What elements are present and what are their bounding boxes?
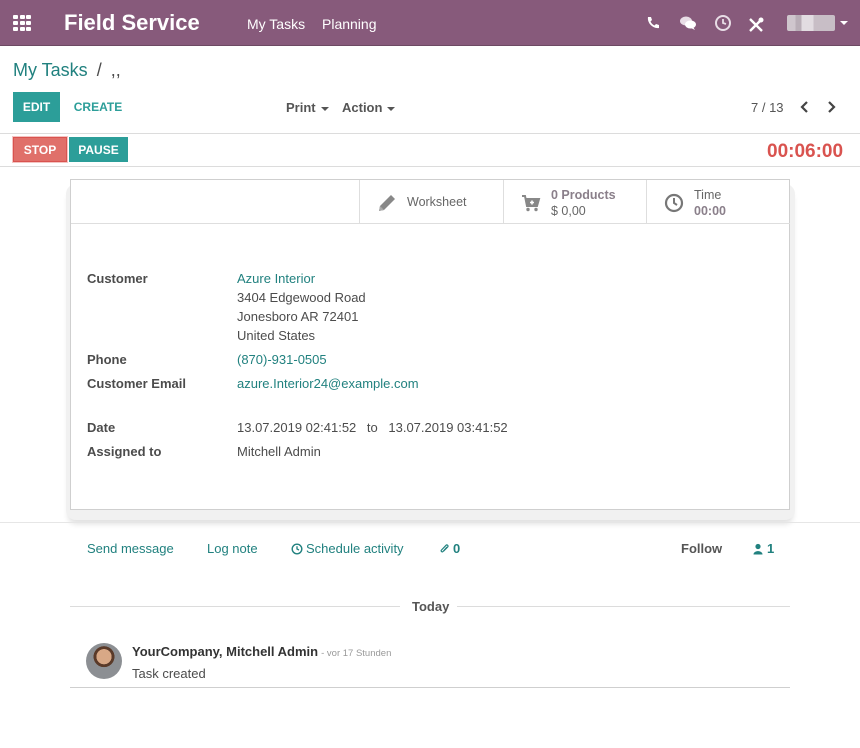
divider <box>70 606 400 607</box>
divider <box>457 606 790 607</box>
date-to: to <box>366 420 378 435</box>
phone-label: Phone <box>87 352 127 367</box>
products-count: 0 Products <box>551 188 616 202</box>
breadcrumb: My Tasks / ,, <box>13 60 121 81</box>
menu-my-tasks[interactable]: My Tasks <box>247 16 305 32</box>
follow-button[interactable]: Follow <box>681 541 722 556</box>
date-range: 13.07.2019 02:41:52 to 13.07.2019 03:41:… <box>237 420 508 435</box>
worksheet-button[interactable]: Worksheet <box>359 180 503 223</box>
top-navbar: Field Service My Tasks Planning <box>0 0 860 46</box>
message-date: - vor 17 Stunden <box>321 648 392 659</box>
print-dropdown[interactable]: Print <box>286 100 329 115</box>
smart-button-box: Worksheet 0 Products $ 0,00 Time 00:00 <box>71 180 790 224</box>
day-separator: Today <box>412 599 450 614</box>
time-value: 00:00 <box>694 204 726 218</box>
send-message-button[interactable]: Send message <box>87 541 174 556</box>
email-label: Customer Email <box>87 376 186 391</box>
worksheet-label: Worksheet <box>407 195 467 209</box>
attachments-count: 0 <box>453 541 461 556</box>
tools-icon[interactable] <box>747 16 765 34</box>
stop-button[interactable]: STOP <box>13 137 67 162</box>
email-link[interactable]: azure.Interior24@example.com <box>237 376 419 391</box>
breadcrumb-separator: / <box>96 60 102 80</box>
time-label: Time <box>694 188 722 202</box>
attachments-button[interactable]: 0 <box>439 541 460 556</box>
date-label: Date <box>87 420 116 435</box>
message-author[interactable]: YourCompany, Mitchell Admin <box>132 644 318 659</box>
app-title[interactable]: Field Service <box>64 10 200 36</box>
log-note-button[interactable]: Log note <box>207 541 258 556</box>
caret-down-icon <box>387 106 396 111</box>
apps-menu-icon[interactable] <box>13 15 31 31</box>
action-dropdown[interactable]: Action <box>342 100 396 115</box>
activity-clock-icon[interactable] <box>714 14 732 32</box>
user-icon <box>753 543 763 554</box>
breadcrumb-my-tasks[interactable]: My Tasks <box>13 60 88 80</box>
phone-icon[interactable] <box>644 14 662 32</box>
author-avatar[interactable] <box>86 643 122 679</box>
pencil-icon <box>379 195 395 211</box>
divider <box>0 133 860 134</box>
customer-label: Customer <box>87 271 148 286</box>
user-avatar[interactable] <box>787 15 835 31</box>
divider <box>0 166 860 167</box>
assigned-value: Mitchell Admin <box>237 444 321 459</box>
pager-value[interactable]: 7 / 13 <box>751 100 784 115</box>
date-start: 13.07.2019 02:41:52 <box>237 420 357 435</box>
create-button[interactable]: CREATE <box>66 92 130 122</box>
schedule-activity-button[interactable]: Schedule activity <box>291 541 404 556</box>
clock-icon <box>291 542 303 555</box>
chevron-right-icon[interactable] <box>824 99 838 115</box>
divider <box>71 223 790 224</box>
form-sheet: Worksheet 0 Products $ 0,00 Time 00:00 C… <box>70 179 790 510</box>
products-amount: $ 0,00 <box>551 204 586 218</box>
customer-link[interactable]: Azure Interior <box>237 271 315 286</box>
breadcrumb-current: ,, <box>110 60 121 80</box>
timer-display: 00:06:00 <box>767 141 844 162</box>
divider <box>70 687 790 688</box>
address-line-3: United States <box>237 328 316 343</box>
schedule-activity-label: Schedule activity <box>306 541 404 556</box>
followers-button[interactable]: 1 <box>753 541 774 556</box>
date-end: 13.07.2019 03:41:52 <box>388 420 508 435</box>
caret-down-icon[interactable] <box>840 21 848 25</box>
chevron-left-icon[interactable] <box>798 99 812 115</box>
assigned-label: Assigned to <box>87 444 162 459</box>
menu-planning[interactable]: Planning <box>322 16 377 32</box>
caret-down-icon <box>320 106 329 111</box>
time-button[interactable]: Time 00:00 <box>646 180 790 223</box>
paperclip-icon <box>440 543 449 552</box>
address-line-1: 3404 Edgewood Road <box>237 290 366 305</box>
followers-count: 1 <box>767 541 775 556</box>
divider <box>0 522 860 523</box>
clock-icon <box>664 193 684 213</box>
address-line-2: Jonesboro AR 72401 <box>237 309 359 324</box>
pause-button[interactable]: PAUSE <box>69 137 128 162</box>
message-header: YourCompany, Mitchell Admin - vor 17 Stun… <box>132 644 391 659</box>
action-label: Action <box>342 100 383 115</box>
phone-link[interactable]: (870)-931-0505 <box>237 352 327 367</box>
message-body: Task created <box>132 666 206 681</box>
cart-plus-icon <box>522 195 541 212</box>
print-label: Print <box>286 100 316 115</box>
products-button[interactable]: 0 Products $ 0,00 <box>503 180 646 223</box>
chat-icon[interactable] <box>679 14 697 32</box>
edit-button[interactable]: EDIT <box>13 92 60 122</box>
